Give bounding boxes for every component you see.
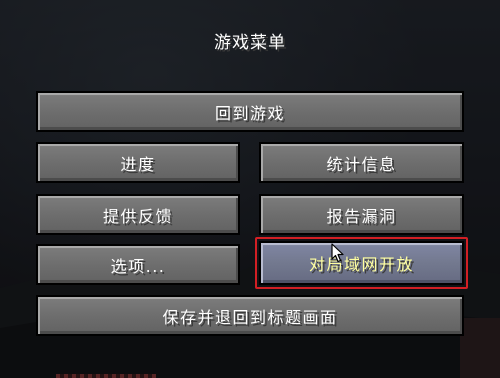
- back-to-game-button[interactable]: 回到游戏: [36, 91, 464, 132]
- save-and-quit-button[interactable]: 保存并退回到标题画面: [36, 295, 464, 336]
- report-bugs-label: 报告漏洞: [326, 206, 397, 226]
- save-and-quit-label: 保存并退回到标题画面: [162, 307, 338, 327]
- hotbar-edge: [56, 374, 156, 378]
- open-to-lan-button[interactable]: 对局域网开放: [259, 241, 464, 285]
- advancements-button[interactable]: 进度: [36, 142, 240, 183]
- open-to-lan-label: 对局域网开放: [308, 255, 414, 274]
- options-button[interactable]: 选项...: [36, 244, 240, 285]
- report-bugs-button[interactable]: 报告漏洞: [259, 194, 464, 235]
- give-feedback-button[interactable]: 提供反馈: [36, 194, 240, 235]
- game-menu-screen: 游戏菜单 回到游戏 进度 统计信息 提供反馈 报告漏洞 选项... 对局域网开放…: [0, 0, 500, 378]
- arrow-cursor-icon: [331, 243, 344, 263]
- advancements-label: 进度: [120, 154, 156, 174]
- statistics-button[interactable]: 统计信息: [259, 142, 464, 183]
- give-feedback-label: 提供反馈: [102, 206, 173, 226]
- statistics-label: 统计信息: [326, 154, 397, 174]
- back-to-game-label: 回到游戏: [214, 103, 285, 123]
- menu-title: 游戏菜单: [214, 33, 286, 53]
- options-label: 选项...: [110, 256, 166, 276]
